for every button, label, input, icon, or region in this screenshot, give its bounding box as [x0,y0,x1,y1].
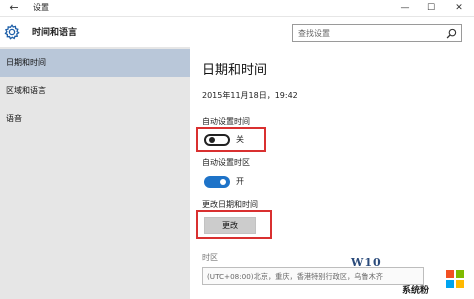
auto-time-toggle[interactable] [204,134,230,146]
back-button[interactable]: ← [6,1,22,15]
section-heading: 日期和时间 [202,63,268,78]
search-icon[interactable] [446,28,457,39]
maximize-button[interactable]: ☐ [418,0,444,17]
minimize-button[interactable]: — [392,0,418,17]
title-bar: ← 设置 — ☐ ✕ [0,0,474,17]
gear-icon [4,24,20,40]
sidebar: 日期和时间 区域和语言 语音 [0,47,190,299]
timezone-value: (UTC+08:00)北京，重庆，香港特别行政区，乌鲁木齐 [207,272,383,281]
main-panel: 日期和时间 2015年11月18日，19:42 自动设置时间 关 自动设置时区 … [190,47,474,299]
window-title: 设置 [33,3,49,12]
sidebar-item-date-time[interactable]: 日期和时间 [0,49,190,77]
sidebar-item-speech[interactable]: 语音 [0,105,190,133]
watermark-brand: 系统粉 [402,286,430,296]
auto-timezone-toggle[interactable] [204,176,230,188]
auto-time-state: 关 [236,135,244,144]
search-input[interactable] [298,28,438,39]
auto-time-label: 自动设置时间 [202,117,250,126]
current-datetime: 2015年11月18日，19:42 [202,91,298,100]
timezone-dropdown[interactable]: (UTC+08:00)北京，重庆，香港特别行政区，乌鲁木齐 [202,267,424,285]
change-datetime-button[interactable]: 更改 [204,217,256,234]
toggle-knob [220,179,226,185]
page-title: 时间和语言 [32,28,78,38]
search-box[interactable] [292,24,462,42]
auto-timezone-label: 自动设置时区 [202,158,250,167]
timezone-label: 时区 [202,253,218,262]
change-datetime-label: 更改日期和时间 [202,200,258,209]
close-button[interactable]: ✕ [446,0,472,17]
sidebar-item-region-language[interactable]: 区域和语言 [0,77,190,105]
watermark-win10: W10 [351,256,382,269]
toggle-knob [209,137,215,143]
auto-timezone-state: 开 [236,177,244,186]
windows-logo-icon [446,270,464,288]
